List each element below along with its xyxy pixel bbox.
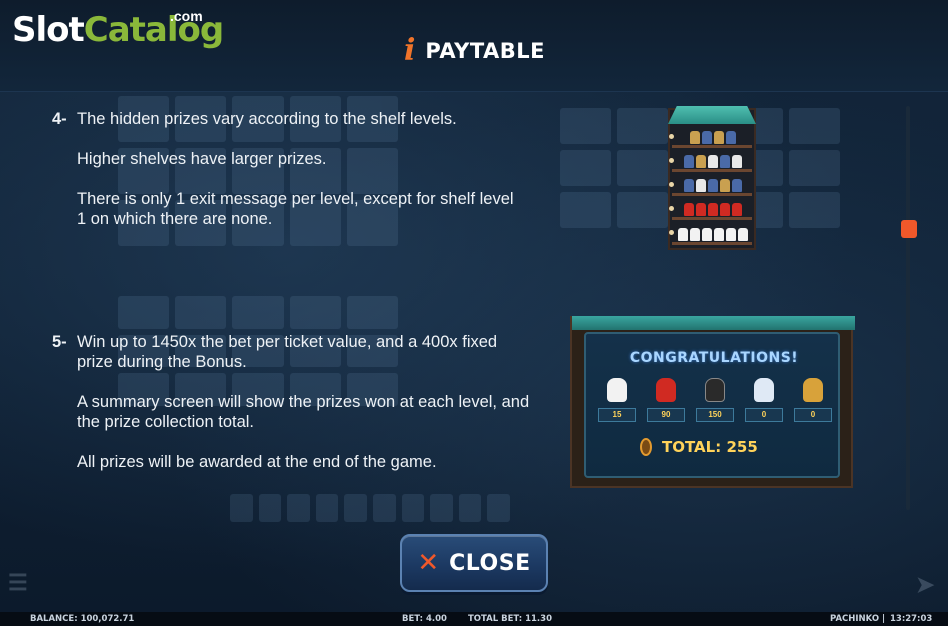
rule-body: Win up to 1450x the bet per ticket value… — [77, 332, 547, 492]
rule-body: The hidden prizes vary according to the … — [77, 109, 547, 249]
prize-levels: 15 90 150 0 0 — [598, 378, 832, 422]
shelf-row — [676, 198, 750, 216]
shelf-marker — [669, 230, 674, 235]
rule-number: 4- — [52, 110, 67, 128]
menu-icon: ☰ — [8, 570, 28, 595]
shelf-roof — [668, 106, 756, 124]
shelf-row — [676, 174, 750, 192]
coin-icon — [640, 438, 652, 456]
close-icon: ✕ — [417, 548, 440, 578]
logo-text-com: .com — [170, 8, 203, 24]
shelf-marker — [669, 206, 674, 211]
lucky-cat-icon — [607, 378, 627, 402]
rule-paragraph: All prizes will be awarded at the end of… — [77, 453, 437, 471]
prize-value: 15 — [598, 408, 636, 422]
shelf-row — [676, 126, 750, 144]
shelf-levels-image — [668, 106, 756, 250]
prize-value: 0 — [745, 408, 783, 422]
info-icon: i — [404, 33, 416, 68]
lucky-cat-icon — [705, 378, 725, 402]
background-board — [230, 494, 510, 522]
paytable-header: i PAYTABLE — [404, 36, 545, 66]
shelf-board — [672, 217, 752, 220]
prize-level: 150 — [696, 378, 734, 422]
summary-screen-image: CONGRATULATIONS! 15 90 150 0 0 TOTAL: 25… — [570, 316, 855, 488]
prize-value: 0 — [794, 408, 832, 422]
rule-paragraph: There is only 1 exit message per level, … — [77, 190, 514, 228]
rule-paragraph: A summary screen will show the prizes wo… — [77, 393, 530, 431]
prize-level: 0 — [745, 378, 783, 422]
bet-display: BET: 4.00 — [402, 614, 447, 624]
rule-paragraph: The hidden prizes vary according to the … — [77, 110, 457, 128]
prize-level: 0 — [794, 378, 832, 422]
rule-number: 5- — [52, 333, 67, 351]
summary-banner — [572, 316, 855, 330]
balance-display: BALANCE: 100,072.71 — [30, 614, 135, 624]
congrats-title: CONGRATULATIONS! — [629, 350, 799, 366]
shelf-marker — [669, 158, 674, 163]
prize-level: 15 — [598, 378, 636, 422]
summary-panel: CONGRATULATIONS! 15 90 150 0 0 TOTAL: 25… — [584, 332, 840, 478]
shelf-marker — [669, 134, 674, 139]
rule-paragraph: Win up to 1450x the bet per ticket value… — [77, 333, 498, 371]
slotcatalog-logo: SlotCatalog .com — [12, 8, 224, 50]
shelf-board — [672, 193, 752, 196]
lucky-cat-icon — [803, 378, 823, 402]
close-label: CLOSE — [449, 550, 531, 576]
page-title: PAYTABLE — [425, 39, 545, 63]
prize-value: 90 — [647, 408, 685, 422]
shelf-board — [672, 242, 752, 245]
game-name: PACHINKO | — [830, 614, 886, 624]
prize-level: 90 — [647, 378, 685, 422]
lightning-icon: ➤ — [916, 572, 935, 597]
shelf-row — [676, 150, 750, 168]
clock-display: 13:27:03 — [890, 614, 933, 624]
lucky-cat-icon — [754, 378, 774, 402]
total-bet-display: TOTAL BET: 11.30 — [468, 614, 552, 624]
shelf-marker — [669, 182, 674, 187]
shelf-row — [676, 223, 750, 241]
close-button[interactable]: ✕ CLOSE — [400, 534, 548, 592]
scrollbar-thumb[interactable] — [901, 220, 917, 238]
total-row: TOTAL: 255 — [640, 438, 758, 456]
scrollbar-track[interactable] — [906, 106, 910, 510]
shelf-board — [672, 145, 752, 148]
shelf-board — [672, 169, 752, 172]
lucky-cat-icon — [656, 378, 676, 402]
status-bar: BALANCE: 100,072.71 BET: 4.00 TOTAL BET:… — [0, 612, 948, 626]
rule-paragraph: Higher shelves have larger prizes. — [77, 150, 327, 168]
prize-value: 150 — [696, 408, 734, 422]
total-value: TOTAL: 255 — [662, 438, 758, 456]
logo-text-slot: Slot — [12, 10, 85, 50]
